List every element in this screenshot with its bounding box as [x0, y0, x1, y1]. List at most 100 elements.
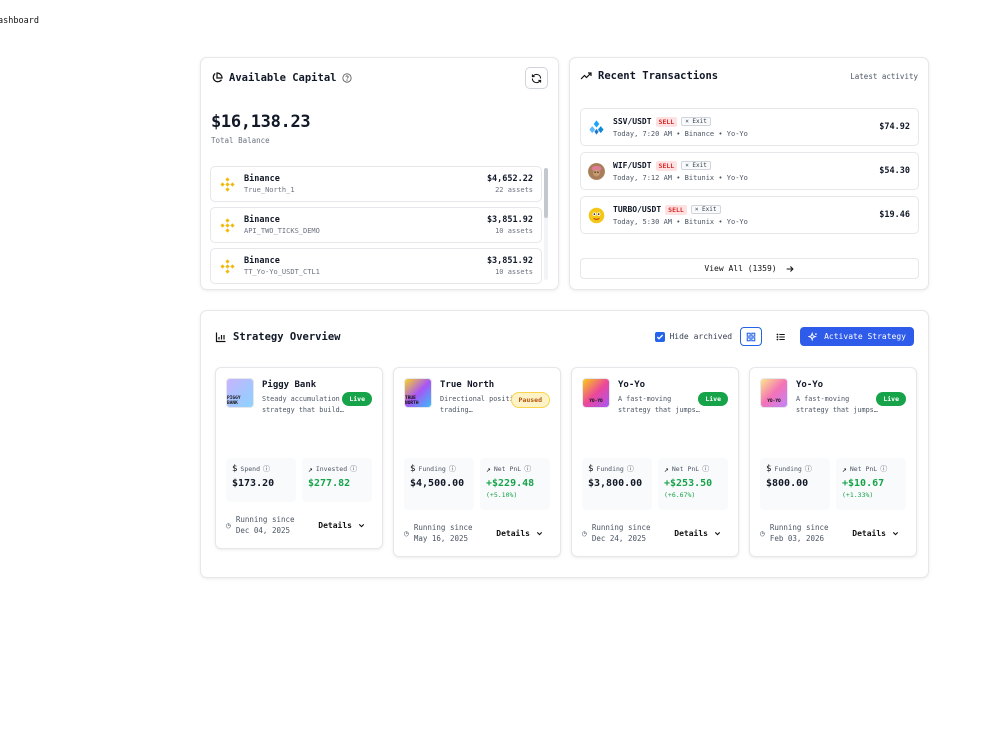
- recent-transactions-card: Recent Transactions Latest activity SSV/…: [569, 57, 929, 290]
- info-icon: ⓘ: [524, 465, 532, 473]
- metric-value: +$10.67: [842, 478, 885, 489]
- capital-title: Available Capital: [229, 72, 337, 84]
- transactions-subtitle: Latest activity: [850, 72, 918, 81]
- dollar-icon: $: [410, 464, 416, 474]
- details-label: Details: [852, 528, 886, 538]
- details-label: Details: [496, 528, 530, 538]
- activate-strategy-button[interactable]: Activate Strategy: [800, 327, 914, 346]
- view-all-button[interactable]: View All (1359): [580, 258, 919, 279]
- account-amount: $4,652.22: [486, 174, 533, 184]
- status-badge: Paused: [510, 392, 550, 408]
- metric-label: Net PnL: [493, 465, 522, 473]
- exit-badge: × Exit: [681, 117, 711, 126]
- binance-logo-icon: [220, 176, 235, 192]
- sell-badge: SELL: [655, 160, 678, 171]
- running-since-label: Running since: [413, 523, 473, 532]
- list-view-button[interactable]: [770, 327, 792, 346]
- check-icon: [657, 334, 664, 340]
- metric-funding: $ Funding ⓘ $800.00: [760, 458, 830, 510]
- running-since-label: Running since: [769, 523, 829, 532]
- hide-archived-toggle[interactable]: Hide archived: [655, 331, 732, 342]
- scrollbar-thumb[interactable]: [544, 168, 548, 218]
- transaction-row[interactable]: TURBO/USDT SELL × Exit Today, 5:30 AM • …: [580, 196, 919, 234]
- status-badge: Live: [876, 392, 906, 406]
- help-icon[interactable]: [342, 73, 353, 83]
- metric-net-pnl: ↗ Net PnL ⓘ +$229.48 (+5.10%): [480, 458, 550, 510]
- metric-value: $800.00: [766, 478, 809, 489]
- transaction-meta: Today, 7:12 AM • Bitunix • Yo-Yo: [613, 173, 748, 182]
- running-since: ◷ Running since Feb 03, 2026: [760, 522, 829, 544]
- account-amount: $3,851.92: [486, 215, 533, 225]
- metric-net-pnl: ↗ Net PnL ⓘ +$253.50 (+6.67%): [658, 458, 728, 510]
- strategy-name: Piggy Bank: [262, 380, 317, 390]
- view-all-label: View All (1359): [704, 264, 777, 273]
- transaction-amount: $54.30: [879, 166, 910, 176]
- metric-invested: ↗ Invested ⓘ $277.82: [302, 458, 372, 502]
- account-name: TT_Yo-Yo_USDT_CTL1: [244, 268, 320, 276]
- metric-value: +$253.50: [664, 478, 713, 489]
- running-since: ◷ Running since May 16, 2025: [404, 522, 473, 544]
- running-since-date: May 16, 2025: [413, 534, 469, 543]
- transaction-row[interactable]: WIF/USDT SELL × Exit Today, 7:12 AM • Bi…: [580, 152, 919, 190]
- transaction-row[interactable]: SSV/USDT SELL × Exit Today, 7:20 AM • Bi…: [580, 108, 919, 146]
- metric-percent: (+1.33%): [842, 491, 874, 499]
- status-badge: Live: [342, 392, 372, 406]
- turbo-coin-icon: [588, 207, 605, 224]
- strategy-description: Steady accumulation strategy that build…: [262, 395, 344, 414]
- running-since-date: Feb 03, 2026: [769, 534, 825, 543]
- transaction-amount: $74.92: [879, 122, 910, 132]
- metric-value: $3,800.00: [588, 478, 643, 489]
- strategy-card[interactable]: TRUE NORTH True North Directional positi…: [393, 367, 561, 557]
- strategy-title: Strategy Overview: [233, 331, 341, 343]
- chevron-down-icon: [536, 531, 543, 535]
- refresh-button[interactable]: [525, 67, 548, 89]
- details-button[interactable]: Details: [496, 529, 550, 538]
- strategy-description: A fast-moving strategy that jumps…: [618, 395, 700, 414]
- account-row[interactable]: Binance API_TWO_TICKS_DEMO $3,851.92 10 …: [210, 207, 542, 243]
- total-balance: $16,138.23: [211, 112, 311, 132]
- hide-archived-checkbox[interactable]: [655, 331, 666, 342]
- list-icon: [776, 333, 785, 340]
- dollar-icon: $: [232, 464, 238, 474]
- grid-icon: [746, 332, 756, 341]
- details-button[interactable]: Details: [674, 529, 728, 538]
- metric-funding: $ Funding ⓘ $4,500.00: [404, 458, 474, 510]
- strategy-overview-card: Strategy Overview Hide archived Activate…: [200, 310, 929, 578]
- available-capital-card: Available Capital $16,138.23 Total Balan…: [200, 57, 559, 290]
- metric-value: $277.82: [308, 478, 351, 489]
- account-row[interactable]: Binance TT_Yo-Yo_USDT_CTL1 $3,851.92 10 …: [210, 248, 542, 284]
- transaction-amount: $19.46: [879, 210, 910, 220]
- metric-value: $4,500.00: [410, 478, 465, 489]
- account-row[interactable]: Binance True_North_1 $4,652.22 22 assets: [210, 166, 542, 202]
- strategy-card[interactable]: PIGGY BANK Piggy Bank Steady accumulatio…: [215, 367, 383, 549]
- strategy-name: True North: [440, 380, 495, 390]
- metric-label: Net PnL: [671, 465, 700, 473]
- trending-up-icon: ↗: [308, 464, 313, 474]
- trending-up-icon: [580, 72, 592, 80]
- account-list[interactable]: Binance True_North_1 $4,652.22 22 assets…: [210, 166, 542, 286]
- running-since: ◷ Running since Dec 04, 2025: [226, 514, 295, 536]
- account-assets: 22 assets: [495, 186, 533, 194]
- chevron-down-icon: [358, 523, 365, 527]
- metric-spend: $ Spend ⓘ $173.20: [226, 458, 296, 502]
- info-icon: ⓘ: [880, 465, 888, 473]
- strategy-card[interactable]: YO-YO Yo-Yo A fast-moving strategy that …: [749, 367, 917, 557]
- thumbnail-label: TRUE NORTH: [405, 396, 419, 406]
- trending-up-icon: ↗: [664, 464, 669, 474]
- account-assets: 10 assets: [495, 227, 533, 235]
- details-button[interactable]: Details: [318, 521, 372, 530]
- account-list-scrollbar[interactable]: [544, 168, 548, 280]
- strategy-card[interactable]: YO-YO Yo-Yo A fast-moving strategy that …: [571, 367, 739, 557]
- metric-percent: (+5.10%): [486, 491, 518, 499]
- account-exchange: Binance: [244, 215, 280, 225]
- strategy-name: Yo-Yo: [618, 380, 646, 390]
- transaction-pair: TURBO/USDT: [613, 205, 662, 214]
- info-icon: ⓘ: [804, 465, 812, 473]
- status-badge: Live: [698, 392, 728, 406]
- metric-value: +$229.48: [486, 478, 535, 489]
- grid-view-button[interactable]: [740, 327, 763, 346]
- details-button[interactable]: Details: [852, 529, 906, 538]
- dollar-icon: $: [588, 464, 594, 474]
- metric-label: Funding: [774, 465, 802, 473]
- transaction-pair: WIF/USDT: [613, 161, 652, 170]
